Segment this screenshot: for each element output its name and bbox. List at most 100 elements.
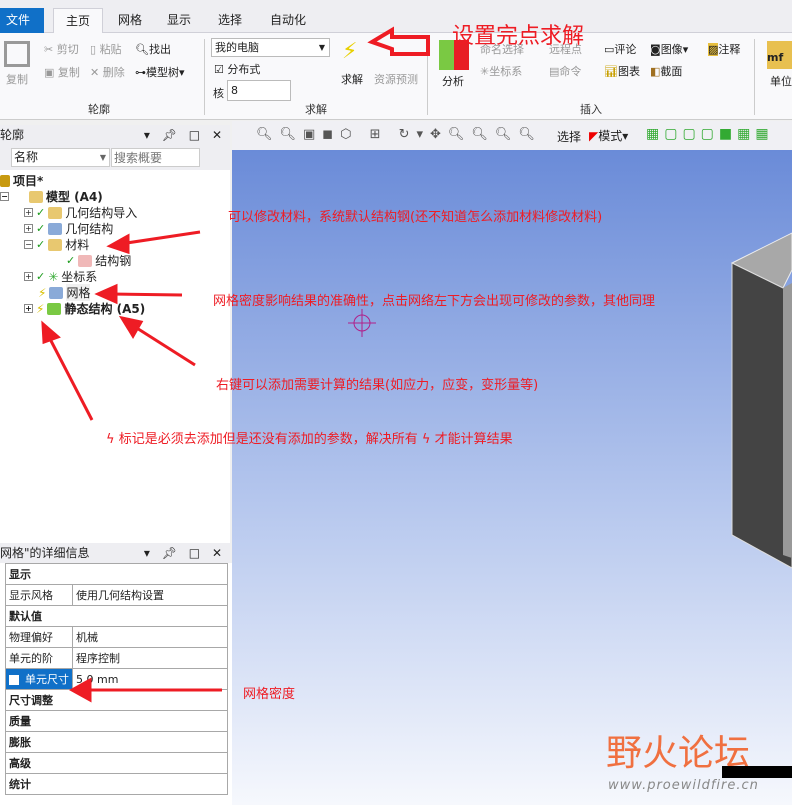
tree-item-geometry-import[interactable]: + ✓ 几何结构导入 bbox=[24, 204, 137, 221]
image-button[interactable]: ◙图像▾ bbox=[650, 41, 688, 57]
details-category[interactable]: 显示 bbox=[5, 563, 228, 585]
details-value[interactable]: 机械 bbox=[72, 626, 228, 648]
cores-input[interactable]: 8 bbox=[227, 80, 291, 101]
cut-button[interactable]: ✂ 剪切 bbox=[44, 41, 79, 57]
tree-item-materials[interactable]: − ✓ 材料 bbox=[24, 236, 89, 253]
details-row[interactable]: 显示 bbox=[5, 563, 228, 585]
details-category[interactable]: 统计 bbox=[5, 773, 228, 795]
outline-tree: 项目* − 模型 (A4) + ✓ 几何结构导入 + ✓ 几何结构 − ✓ 材料 ✓ 结构钢 +… bbox=[0, 170, 230, 543]
details-row[interactable]: 高级 bbox=[5, 752, 228, 774]
details-value[interactable]: 5.0 mm bbox=[72, 668, 228, 690]
cut-label: 剪切 bbox=[56, 43, 79, 56]
solve-button[interactable]: 求解 bbox=[341, 71, 363, 87]
folder-icon bbox=[48, 206, 63, 219]
ribbon-tabs: 文件 主页 网格 显示 选择 自动化 bbox=[0, 0, 792, 33]
details-row[interactable]: 单元的阶 程序控制 bbox=[5, 647, 228, 669]
outline-filter-bar: 名称 ▼ bbox=[0, 145, 230, 170]
expand-icon[interactable]: + bbox=[24, 304, 33, 313]
tree-item-structural-steel[interactable]: ✓ 结构钢 bbox=[66, 252, 131, 269]
axes-icon: ✳ bbox=[48, 269, 59, 284]
details-value[interactable]: 使用几何结构设置 bbox=[72, 584, 228, 606]
tree-item-model[interactable]: − 模型 (A4) bbox=[0, 188, 103, 205]
details-row[interactable]: 尺寸调整 bbox=[5, 689, 228, 711]
details-category[interactable]: 默认值 bbox=[5, 605, 228, 627]
view-tool-icons[interactable]: 🔍︎🔍︎▣◼⬡ ⊞ ↻▾✥🔍︎🔍︎🔍︎🔍︎ bbox=[256, 127, 542, 142]
chart-button[interactable]: 📊︎图表 bbox=[604, 63, 640, 79]
panel-controls[interactable]: ▾ 📌︎ □ ✕ bbox=[144, 543, 226, 563]
delete-button[interactable]: ✕ 删除 bbox=[90, 64, 125, 80]
details-row[interactable]: 质量 bbox=[5, 710, 228, 732]
copy-button[interactable]: ▣ 复制 bbox=[44, 64, 80, 80]
select-label: 选择 bbox=[557, 130, 582, 144]
tab-home[interactable]: 主页 bbox=[53, 8, 104, 33]
expand-icon[interactable]: + bbox=[24, 208, 33, 217]
collapse-icon[interactable]: − bbox=[24, 240, 33, 249]
tree-item-static-structural[interactable]: + ⚡ 静态结构 (A5) bbox=[24, 300, 145, 317]
comment-label: 评论 bbox=[614, 43, 637, 56]
annotation-lightning-a: 标记是必须去添加但是还没有添加的参数，解决所有 bbox=[118, 432, 418, 447]
checkbox[interactable] bbox=[9, 675, 19, 685]
select-mode-dropdown[interactable]: ◤模式▾ bbox=[589, 127, 628, 144]
label: 静态结构 (A5) bbox=[64, 302, 146, 316]
tab-automation[interactable]: 自动化 bbox=[258, 8, 318, 33]
collapse-icon[interactable]: − bbox=[0, 192, 9, 201]
outline-search-input[interactable] bbox=[111, 148, 200, 167]
key-label: 物理偏好 bbox=[9, 631, 53, 644]
tab-file[interactable]: 文件 bbox=[0, 8, 44, 33]
solve-lightning-icon: ⚡ bbox=[342, 39, 358, 64]
annotation-button[interactable]: ▨注释 bbox=[708, 41, 740, 57]
resource-predict-button[interactable]: 资源预测 bbox=[374, 71, 418, 87]
tab-display[interactable]: 显示 bbox=[155, 8, 203, 33]
panel-controls[interactable]: ▾ 📌︎ □ ✕ bbox=[144, 125, 226, 145]
filter-select[interactable]: 名称 ▼ bbox=[11, 148, 110, 167]
details-row[interactable]: 物理偏好 机械 bbox=[5, 626, 228, 648]
units-button[interactable]: 单位 bbox=[770, 73, 792, 89]
tab-mesh[interactable]: 网格 bbox=[106, 8, 154, 33]
tree-item-coordinate-systems[interactable]: + ✓ ✳ 坐标系 bbox=[24, 268, 97, 285]
details-category[interactable]: 尺寸调整 bbox=[5, 689, 228, 711]
details-row[interactable]: 膨胀 bbox=[5, 731, 228, 753]
section-button[interactable]: ◧截面 bbox=[650, 63, 682, 79]
details-value[interactable]: 程序控制 bbox=[72, 647, 228, 669]
box-side-face bbox=[783, 283, 792, 558]
expand-icon[interactable]: + bbox=[24, 272, 33, 281]
expand-icon[interactable]: + bbox=[24, 224, 33, 233]
analysis-button[interactable]: 分析 bbox=[442, 73, 464, 89]
details-category[interactable]: 高级 bbox=[5, 752, 228, 774]
comment-button[interactable]: ▭评论 bbox=[604, 41, 636, 57]
details-key: 单元的阶 bbox=[5, 647, 73, 669]
details-row[interactable]: 统计 bbox=[5, 773, 228, 795]
machine-select[interactable]: 我的电脑 ▼ bbox=[211, 38, 330, 57]
distributed-checkbox[interactable]: ☑ 分布式 bbox=[214, 61, 260, 77]
details-row[interactable]: 单元尺寸 5.0 mm bbox=[5, 668, 228, 690]
label: 结构钢 bbox=[95, 254, 132, 268]
check-icon: ✓ bbox=[36, 222, 46, 235]
copy-big-button[interactable]: 复制 bbox=[6, 71, 28, 87]
annotation-solve: 设置完点求解 bbox=[452, 24, 585, 49]
details-category[interactable]: 膨胀 bbox=[5, 731, 228, 753]
details-panel-header: 网格"的详细信息 ▾ 📌︎ □ ✕ bbox=[0, 543, 230, 563]
mesh-icon bbox=[49, 286, 64, 299]
tree-item-geometry[interactable]: + ✓ 几何结构 bbox=[24, 220, 113, 237]
graphics-viewport[interactable] bbox=[232, 150, 792, 805]
tree-item-mesh[interactable]: ⚡ 网格 bbox=[38, 284, 91, 301]
details-row[interactable]: 默认值 bbox=[5, 605, 228, 627]
tab-selection[interactable]: 选择 bbox=[206, 8, 254, 33]
filter-value: 名称 bbox=[14, 150, 39, 164]
coordinate-system-button[interactable]: ✳坐标系 bbox=[480, 63, 522, 79]
units-icon: mf bbox=[767, 41, 792, 69]
model-tree-button[interactable]: ⊶模型树▾ bbox=[135, 64, 185, 80]
command-label: 命令 bbox=[559, 65, 582, 78]
static-structural-icon bbox=[47, 302, 62, 315]
command-button[interactable]: ▤命令 bbox=[549, 63, 581, 79]
find-button[interactable]: 🔍︎找出 bbox=[135, 41, 171, 57]
delete-label: 删除 bbox=[102, 66, 125, 79]
selection-filter-icons[interactable]: ▦▢▢▢■▦▦ bbox=[646, 126, 774, 142]
details-category[interactable]: 质量 bbox=[5, 710, 228, 732]
folder-icon bbox=[48, 238, 63, 251]
tree-item-project[interactable]: 项目* bbox=[0, 172, 43, 189]
geometry-icon bbox=[48, 222, 63, 235]
group-label-solve: 求解 bbox=[305, 103, 327, 116]
paste-button[interactable]: ▯ 粘贴 bbox=[90, 41, 122, 57]
details-row[interactable]: 显示风格 使用几何结构设置 bbox=[5, 584, 228, 606]
